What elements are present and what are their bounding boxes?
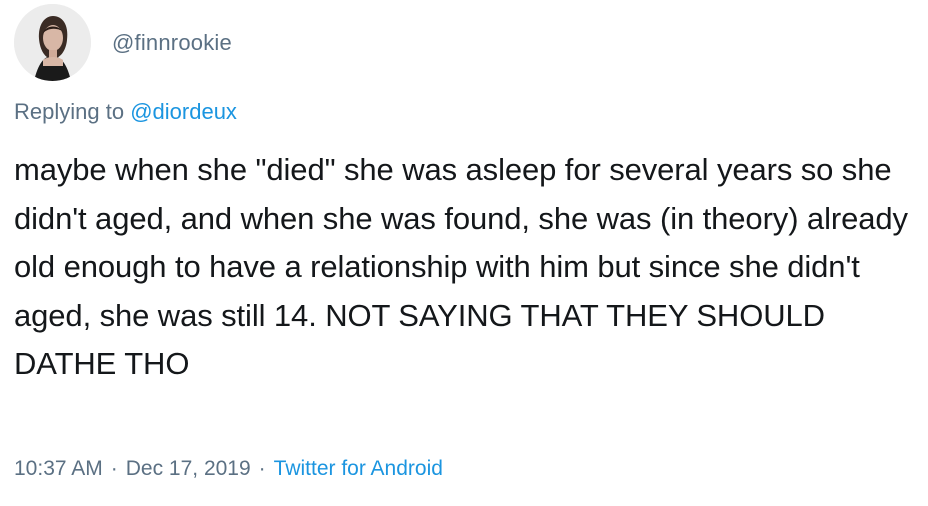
tweet-text: maybe when she "died" she was asleep for… — [14, 152, 908, 381]
tweet-time[interactable]: 10:37 AM — [14, 457, 103, 481]
avatar-image — [14, 4, 91, 81]
tweet-source-link[interactable]: Twitter for Android — [274, 457, 443, 481]
meta-separator: · — [110, 457, 118, 480]
user-handle[interactable]: @finnrookie — [112, 30, 232, 56]
avatar[interactable] — [14, 4, 91, 81]
tweet-header: @finnrookie — [14, 4, 232, 81]
replying-to: Replying to @diordeux — [14, 99, 237, 125]
tweet-meta: 10:37 AM · Dec 17, 2019 · Twitter for An… — [14, 457, 443, 481]
replying-label: Replying to — [14, 99, 125, 124]
replying-mention-link[interactable]: @diordeux — [130, 99, 237, 124]
tweet-date[interactable]: Dec 17, 2019 — [126, 457, 251, 481]
meta-separator: · — [258, 457, 266, 480]
tweet-card: @finnrookie Replying to @diordeux maybe … — [0, 0, 928, 506]
